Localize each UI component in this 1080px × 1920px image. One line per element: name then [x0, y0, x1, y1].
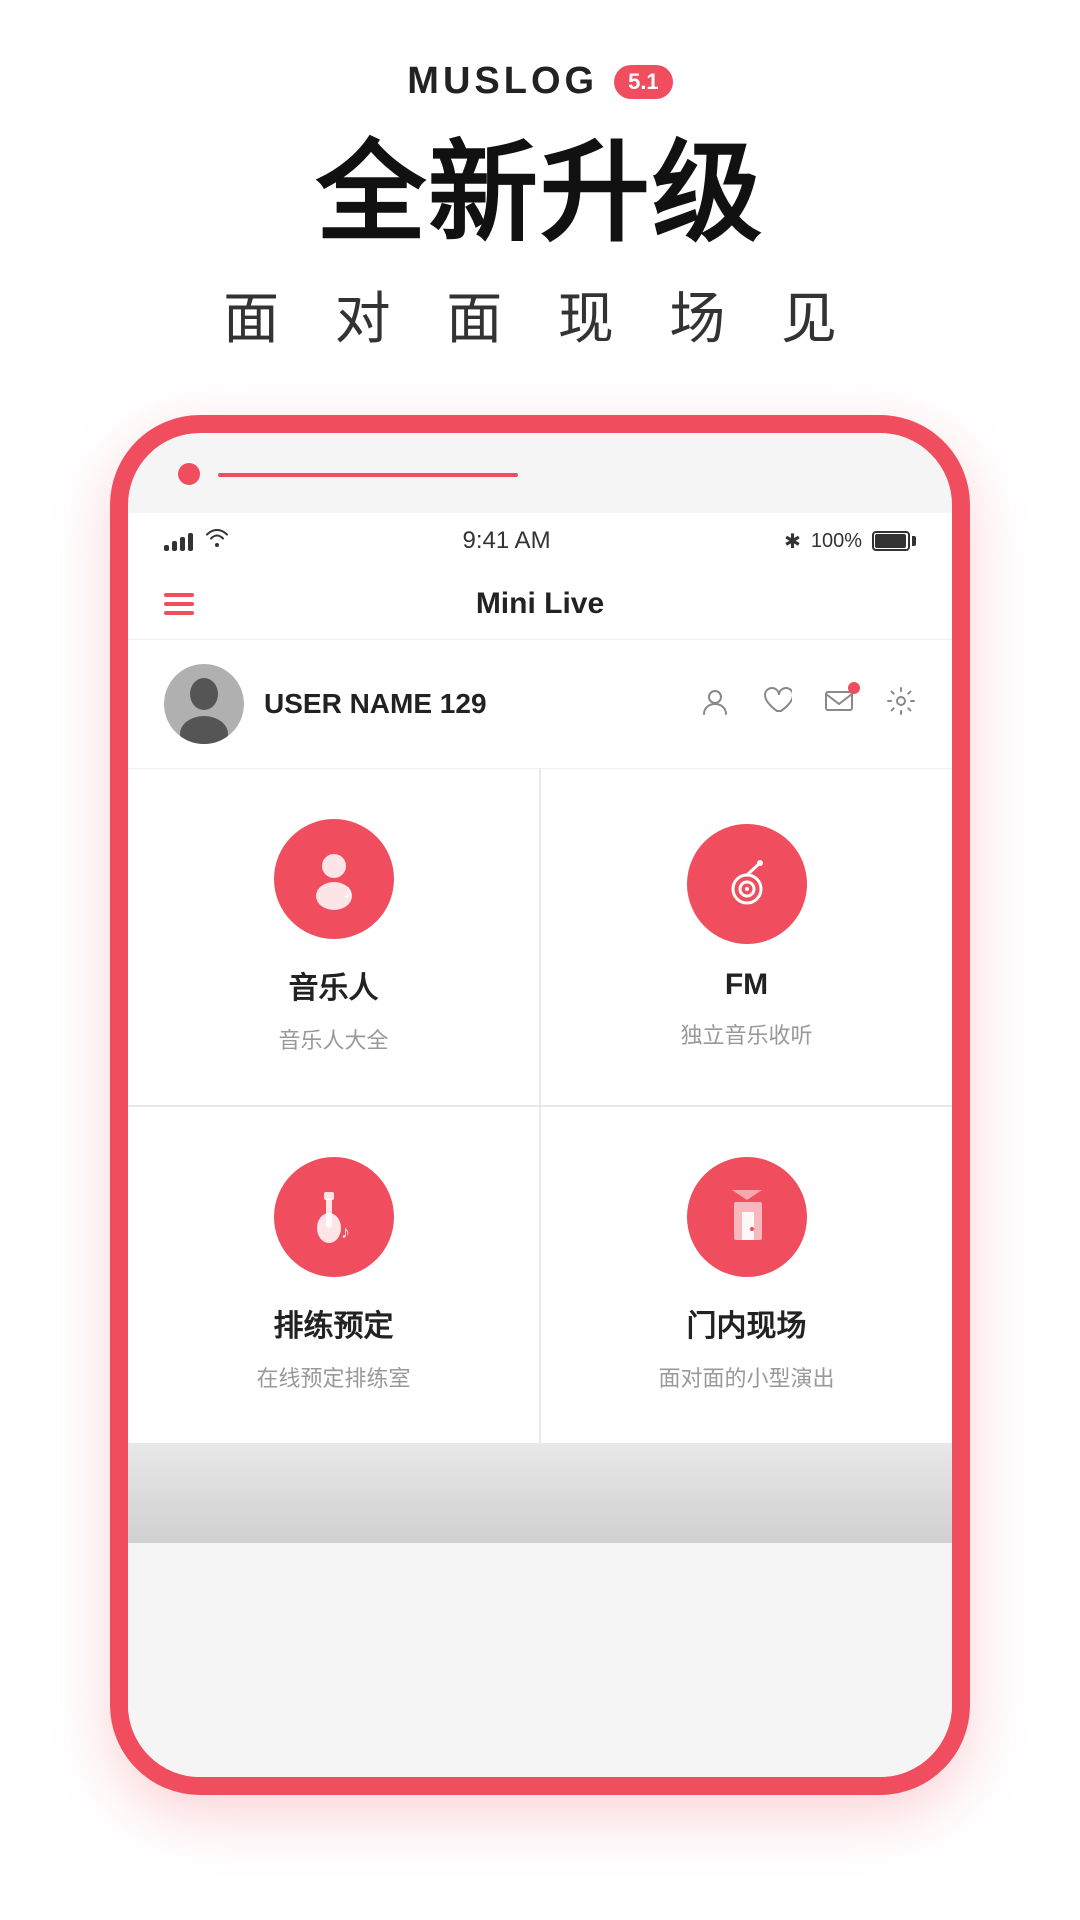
settings-icon[interactable] — [886, 686, 916, 723]
feature-venue[interactable]: 门内现场 面对面的小型演出 — [541, 1107, 952, 1443]
signal-bar-1 — [164, 545, 169, 551]
profile-icon[interactable] — [700, 686, 730, 723]
camera-dot — [178, 463, 200, 485]
avatar — [164, 664, 244, 744]
phone-top-accent — [440, 415, 640, 425]
signal-bar-2 — [172, 541, 177, 551]
svg-text:♪: ♪ — [341, 1222, 350, 1242]
user-row: USER NAME 129 — [128, 640, 952, 769]
venue-subtitle: 面对面的小型演出 — [658, 1361, 834, 1393]
favorite-icon[interactable] — [762, 686, 792, 723]
venue-title: 门内现场 — [687, 1301, 807, 1345]
fm-subtitle: 独立音乐收听 — [680, 1018, 812, 1050]
feature-fm[interactable]: FM 独立音乐收听 — [541, 769, 952, 1105]
subheadline: 面 对 面 现 场 见 — [223, 274, 857, 355]
hamburger-line-2 — [164, 602, 194, 606]
wifi-icon — [205, 529, 229, 553]
user-action-icons — [700, 686, 916, 723]
bottom-partial — [128, 1443, 952, 1543]
signal-bar-3 — [180, 537, 185, 551]
rehearsal-subtitle: 在线预定排练室 — [256, 1361, 410, 1393]
features-grid: ♪ 音乐人 音乐人大全 — [128, 769, 952, 1443]
version-badge: 5.1 — [614, 65, 673, 99]
bluetooth-icon: ✱ — [784, 529, 801, 554]
musician-subtitle: 音乐人大全 — [278, 1023, 388, 1055]
brand-name: MUSLOG — [407, 60, 598, 103]
phone-mockup: 9:41 AM ✱ 100% — [110, 415, 970, 1795]
phone-frame: 9:41 AM ✱ 100% — [110, 415, 970, 1795]
venue-icon-circle — [687, 1157, 807, 1277]
phone-screen: 9:41 AM ✱ 100% — [128, 513, 952, 1777]
svg-text:♪: ♪ — [343, 881, 353, 903]
status-bar: 9:41 AM ✱ 100% — [128, 513, 952, 569]
musician-icon-circle: ♪ — [274, 819, 394, 939]
fm-title: FM — [725, 968, 768, 1002]
status-left — [164, 529, 229, 553]
headline: 全新升级 — [316, 133, 764, 254]
signal-bar-4 — [188, 533, 193, 551]
message-notification-dot — [848, 682, 860, 694]
feature-rehearsal[interactable]: ♪ 排练预定 在线预定排练室 — [128, 1107, 539, 1443]
status-time: 9:41 AM — [463, 527, 551, 555]
phone-underline — [218, 473, 518, 477]
app-title: Mini Live — [476, 587, 604, 621]
hamburger-line-1 — [164, 593, 194, 597]
user-name: USER NAME 129 — [264, 688, 680, 720]
rehearsal-icon-circle: ♪ — [274, 1157, 394, 1277]
top-branding: MUSLOG 5.1 全新升级 面 对 面 现 场 见 — [223, 0, 857, 415]
hamburger-menu-icon[interactable] — [164, 593, 194, 615]
feature-musician[interactable]: ♪ 音乐人 音乐人大全 — [128, 769, 539, 1105]
battery-percent: 100% — [811, 530, 862, 553]
fm-icon-circle — [687, 824, 807, 944]
battery-icon — [872, 531, 916, 551]
app-bar: Mini Live — [128, 569, 952, 640]
message-icon[interactable] — [824, 686, 854, 723]
musician-title: 音乐人 — [289, 963, 379, 1007]
signal-bars-icon — [164, 531, 193, 551]
status-right: ✱ 100% — [784, 529, 916, 554]
brand-row: MUSLOG 5.1 — [407, 60, 672, 103]
hamburger-line-3 — [164, 611, 194, 615]
rehearsal-title: 排练预定 — [274, 1301, 394, 1345]
